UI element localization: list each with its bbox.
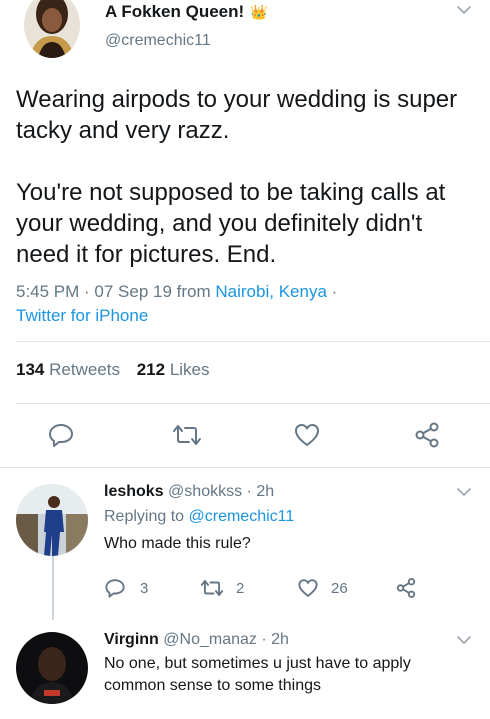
reply-author-handle[interactable]: @No_manaz	[163, 631, 257, 648]
thread-line	[52, 556, 54, 620]
meta-separator: ·	[326, 282, 338, 301]
author-display-name[interactable]: A Fokken Queen!	[105, 2, 244, 22]
divider	[0, 467, 490, 468]
retweets-count: 134	[16, 360, 45, 379]
reply-author-name[interactable]: leshoks	[104, 483, 164, 500]
crown-icon: 👑	[250, 3, 268, 20]
share-icon	[396, 578, 416, 598]
replying-to: Replying to @cremechic11	[104, 506, 294, 528]
tweet-stats: 134 Retweets 212 Likes	[16, 360, 210, 380]
tweet-text-paragraph: Wearing airpods to your wedding is super…	[16, 86, 458, 144]
tweet-client-link[interactable]: Twitter for iPhone	[16, 306, 148, 325]
retweet-icon	[173, 425, 201, 445]
reply-count: 3	[140, 579, 149, 597]
retweet-button[interactable]	[172, 421, 202, 449]
reply-icon	[105, 579, 125, 598]
retweet-icon	[200, 579, 224, 597]
tweet-text-paragraph: You're not supposed to be taking calls a…	[16, 179, 446, 268]
like-count: 26	[331, 579, 348, 597]
replying-to-label: Replying to	[104, 508, 189, 525]
retweet-count: 2	[236, 579, 245, 597]
chevron-down-icon[interactable]	[456, 484, 472, 505]
share-button[interactable]	[395, 577, 417, 599]
reply-icon	[49, 424, 73, 447]
author-avatar[interactable]	[24, 0, 80, 58]
divider	[16, 341, 490, 342]
reply-header: Virginn @No_manaz · 2h	[104, 629, 289, 651]
reply-button[interactable]: 3	[104, 577, 148, 599]
reply-button[interactable]	[47, 421, 75, 449]
chevron-down-icon[interactable]	[456, 2, 472, 23]
reply-author-name[interactable]: Virginn	[104, 631, 159, 648]
chevron-down-icon[interactable]	[456, 632, 472, 653]
retweet-button[interactable]: 2	[200, 577, 244, 599]
likes-label: Likes	[169, 360, 210, 379]
divider	[16, 403, 490, 404]
reply-time[interactable]: · 2h	[261, 631, 289, 648]
like-icon	[295, 424, 319, 446]
reply-author-avatar[interactable]	[16, 632, 88, 704]
author-handle[interactable]: @cremechic11	[105, 32, 211, 50]
reply-text: No one, but sometimes u just have to app…	[104, 655, 411, 694]
retweets-stat[interactable]: 134 Retweets	[16, 360, 120, 379]
reply-author-avatar[interactable]	[16, 484, 88, 556]
reply-time[interactable]: · 2h	[247, 483, 275, 500]
likes-count: 212	[136, 360, 166, 379]
share-button[interactable]	[413, 421, 441, 449]
like-button[interactable]	[293, 421, 321, 449]
reply-text: Who made this rule?	[104, 535, 251, 552]
likes-stat[interactable]: 212 Likes	[137, 360, 210, 379]
like-icon	[298, 579, 318, 597]
author-name-row: A Fokken Queen! 👑	[105, 0, 268, 24]
reply-author-handle[interactable]: @shokkss	[168, 483, 242, 500]
tweet-meta: 5:45 PM · 07 Sep 19 from Nairobi, Kenya …	[16, 280, 456, 328]
reply-header: leshoks @shokkss · 2h	[104, 481, 274, 503]
tweet-location-link[interactable]: Nairobi, Kenya	[215, 282, 327, 301]
like-button[interactable]: 26	[297, 577, 348, 599]
retweets-label: Retweets	[49, 360, 120, 379]
replying-to-handle[interactable]: @cremechic11	[189, 508, 295, 525]
tweet-timestamp[interactable]: 5:45 PM · 07 Sep 19 from	[16, 282, 215, 301]
tweet-text: Wearing airpods to your wedding is super…	[16, 84, 466, 270]
share-icon	[415, 422, 439, 448]
